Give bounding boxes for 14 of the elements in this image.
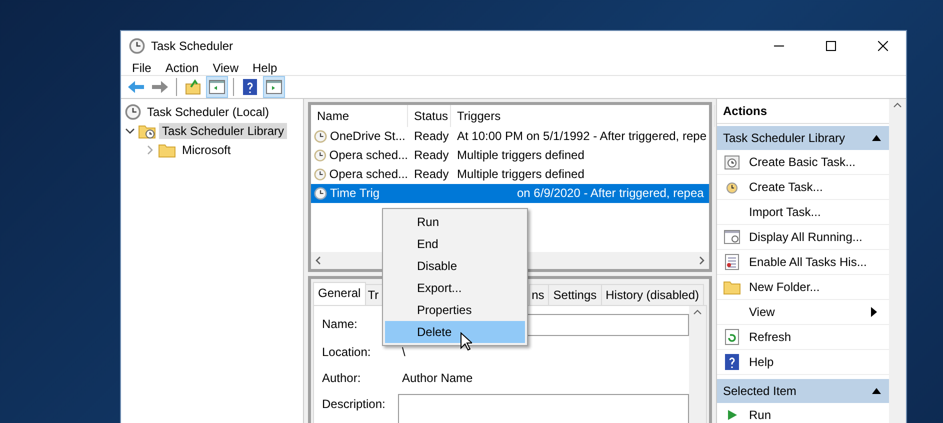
field-label: Location: — [322, 344, 372, 361]
status-cell-text: Ready — [413, 128, 450, 145]
triggers-cell-text: Multiple triggers defined — [456, 147, 586, 164]
field-value: \ — [401, 344, 406, 361]
field-label: Author: — [322, 370, 362, 387]
triggers-cell-text: on 6/9/2020 - After triggered, repea — [516, 185, 705, 202]
field-label: Description: — [322, 396, 386, 413]
window-title: Task Scheduler — [151, 39, 234, 53]
field-label: Name: — [322, 316, 358, 333]
status-cell-text: Ready — [413, 147, 450, 164]
field-value: Author Name — [401, 370, 474, 387]
status-cell-text: Ready — [413, 166, 450, 183]
triggers-cell-text: Multiple triggers defined — [456, 166, 586, 183]
triggers-cell-text: At 10:00 PM on 5/1/1992 - After triggered, repe — [456, 128, 708, 145]
